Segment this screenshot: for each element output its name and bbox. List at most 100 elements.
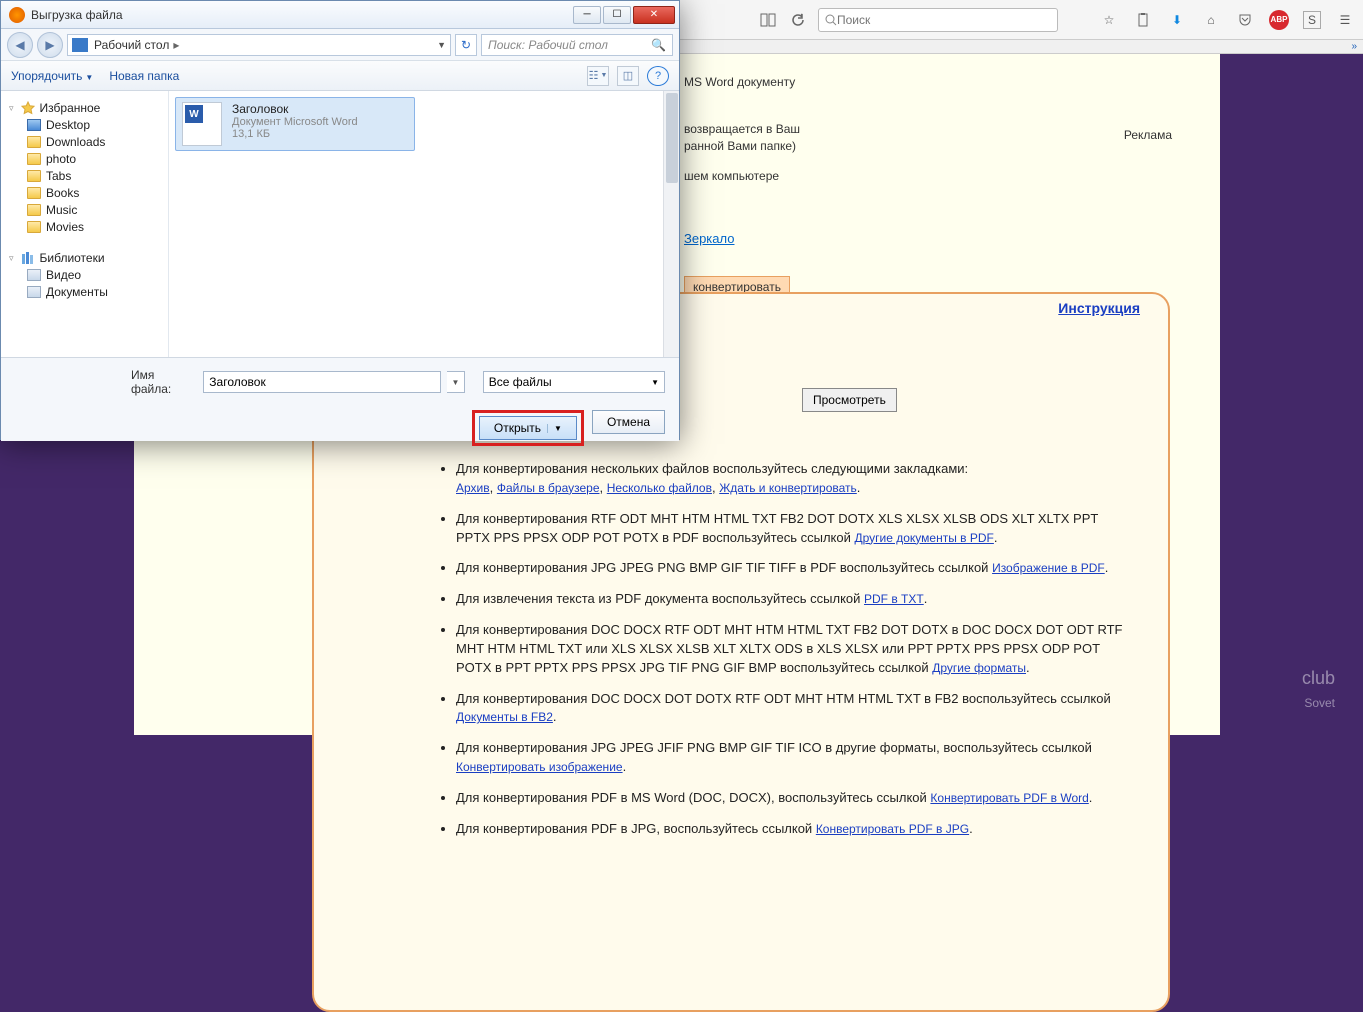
desktop-icon	[72, 38, 88, 52]
bookmark-overflow[interactable]: »	[680, 40, 1363, 54]
nav-item-movies[interactable]: Movies	[27, 220, 166, 234]
content-link[interactable]: Ждать и конвертировать	[719, 481, 857, 495]
content-link[interactable]: Изображение в PDF	[992, 561, 1105, 575]
s-icon[interactable]: S	[1303, 11, 1321, 29]
content-link[interactable]: Архив	[456, 481, 490, 495]
crumb-text: Рабочий стол	[94, 38, 169, 52]
favorites-group[interactable]: ▿Избранное	[9, 101, 166, 115]
nav-item-lib[interactable]: Документы	[27, 285, 166, 299]
abp-icon[interactable]: ABP	[1269, 10, 1289, 30]
content-link[interactable]: Несколько файлов	[607, 481, 712, 495]
refresh-button[interactable]: ↻	[455, 34, 477, 56]
list-item: Для конвертирования RTF ODT MHT HTM HTML…	[456, 510, 1128, 548]
content-link[interactable]: Другие форматы	[932, 661, 1026, 675]
open-button[interactable]: Открыть▼	[479, 416, 577, 440]
view-options-button[interactable]: ☷▼	[587, 66, 609, 86]
cancel-button[interactable]: Отмена	[592, 410, 665, 434]
content-link[interactable]: Другие документы в PDF	[854, 531, 993, 545]
content-link[interactable]: Файлы в браузере	[497, 481, 600, 495]
watermark: club Sovet	[1302, 670, 1335, 711]
list-item: Для конвертирования JPG JPEG JFIF PNG BM…	[456, 739, 1128, 777]
scrollbar-v[interactable]	[663, 91, 679, 357]
home-icon[interactable]: ⌂	[1201, 10, 1221, 30]
list-item: Для конвертирования JPG JPEG PNG BMP GIF…	[456, 559, 1128, 578]
content-link[interactable]: Конвертировать изображение	[456, 760, 623, 774]
help-button[interactable]: ?	[647, 66, 669, 86]
search-icon	[825, 14, 837, 26]
info-text: MS Word документу возвращается в Ваш ран…	[684, 74, 954, 185]
breadcrumb[interactable]: Рабочий стол ▸ ▼	[67, 34, 451, 56]
titlebar[interactable]: Выгрузка файла ─ ☐ ✕	[1, 1, 679, 29]
content-link[interactable]: Конвертировать PDF в Word	[930, 791, 1088, 805]
libraries-group[interactable]: ▿Библиотеки	[9, 251, 166, 265]
chevron-down-icon[interactable]: ▼	[437, 40, 446, 50]
mirror-link[interactable]: Зеркало	[684, 231, 734, 246]
file-item-selected[interactable]: W Заголовок Документ Microsoft Word 13,1…	[175, 97, 415, 151]
folder-icon	[27, 153, 41, 165]
word-doc-icon: W	[182, 102, 222, 146]
minimize-button[interactable]: ─	[573, 6, 601, 24]
dialog-search-placeholder: Поиск: Рабочий стол	[488, 38, 608, 52]
reader-icon[interactable]	[758, 10, 778, 30]
list-item: Для извлечения текста из PDF документа в…	[456, 590, 1128, 609]
dialog-search[interactable]: Поиск: Рабочий стол 🔍	[481, 34, 673, 56]
ad-label: Реклама	[1124, 128, 1172, 142]
command-bar: Упорядочить▼ Новая папка ☷▼ ◫ ?	[1, 61, 679, 91]
open-button-highlight: Открыть▼	[472, 410, 584, 446]
nav-item-books[interactable]: Books	[27, 186, 166, 200]
file-list[interactable]: W Заголовок Документ Microsoft Word 13,1…	[169, 91, 679, 357]
nav-item-music[interactable]: Music	[27, 203, 166, 217]
forward-button[interactable]: ▶	[37, 32, 63, 58]
pocket-icon[interactable]	[1235, 10, 1255, 30]
maximize-button[interactable]: ☐	[603, 6, 631, 24]
list-item: Для конвертирования PDF в MS Word (DOC, …	[456, 789, 1128, 808]
nav-item-desktop[interactable]: Desktop	[27, 118, 166, 132]
download-icon[interactable]: ⬇	[1167, 10, 1187, 30]
nav-bar: ◀ ▶ Рабочий стол ▸ ▼ ↻ Поиск: Рабочий ст…	[1, 29, 679, 61]
back-button[interactable]: ◀	[7, 32, 33, 58]
clipboard-icon[interactable]	[1133, 10, 1153, 30]
info-l4: шем компьютере	[684, 168, 954, 185]
file-type-filter[interactable]: Все файлы▼	[483, 371, 665, 393]
nav-item-lib[interactable]: Видео	[27, 268, 166, 282]
search-box[interactable]	[818, 8, 1058, 32]
list-item: Для конвертирования DOC DOCX DOT DOTX RT…	[456, 690, 1128, 728]
filename-history-button[interactable]: ▼	[447, 371, 465, 393]
filename-label: Имя файла:	[131, 368, 197, 396]
new-folder-button[interactable]: Новая папка	[109, 69, 179, 83]
info-l2: возвращается в Ваш	[684, 121, 954, 138]
close-button[interactable]: ✕	[633, 6, 675, 24]
file-upload-dialog: Выгрузка файла ─ ☐ ✕ ◀ ▶ Рабочий стол ▸ …	[0, 0, 680, 440]
organize-menu[interactable]: Упорядочить▼	[11, 69, 93, 83]
watermark-top: club	[1302, 670, 1335, 686]
nav-item-downloads[interactable]: Downloads	[27, 135, 166, 149]
folder-icon	[27, 136, 41, 148]
dialog-title: Выгрузка файла	[31, 8, 573, 22]
preview-pane-button[interactable]: ◫	[617, 66, 639, 86]
info-l3: ранной Вами папке)	[684, 138, 954, 155]
search-icon: 🔍	[651, 38, 666, 52]
library-icon	[21, 251, 35, 265]
nav-item-photo[interactable]: photo	[27, 152, 166, 166]
search-input[interactable]	[837, 13, 1051, 27]
reload-icon[interactable]	[788, 10, 808, 30]
content-link[interactable]: PDF в TXT	[864, 592, 924, 606]
content-link[interactable]: Конвертировать PDF в JPG	[816, 822, 969, 836]
list-item: Для конвертирования DOC DOCX RTF ODT MHT…	[456, 621, 1128, 678]
folder-icon	[27, 187, 41, 199]
chevron-right-icon[interactable]: ▸	[169, 38, 183, 52]
favorites-label: Избранное	[40, 101, 101, 115]
star-icon[interactable]: ☆	[1099, 10, 1119, 30]
list-item: Для конвертирования нескольких файлов во…	[456, 460, 1128, 498]
content-link[interactable]: Документы в FB2	[456, 710, 553, 724]
bottom-bar: Имя файла: ▼ Все файлы▼ Открыть▼ Отмена	[1, 357, 679, 441]
folder-icon	[27, 204, 41, 216]
browse-button[interactable]: Просмотреть	[802, 388, 897, 412]
instruction-link[interactable]: Инструкция	[1058, 300, 1140, 316]
menu-icon[interactable]: ☰	[1335, 10, 1355, 30]
filename-input[interactable]	[203, 371, 441, 393]
folder-icon	[27, 170, 41, 182]
nav-item-tabs[interactable]: Tabs	[27, 169, 166, 183]
watermark-bot: Sovet	[1304, 696, 1335, 710]
firefox-icon	[9, 7, 25, 23]
